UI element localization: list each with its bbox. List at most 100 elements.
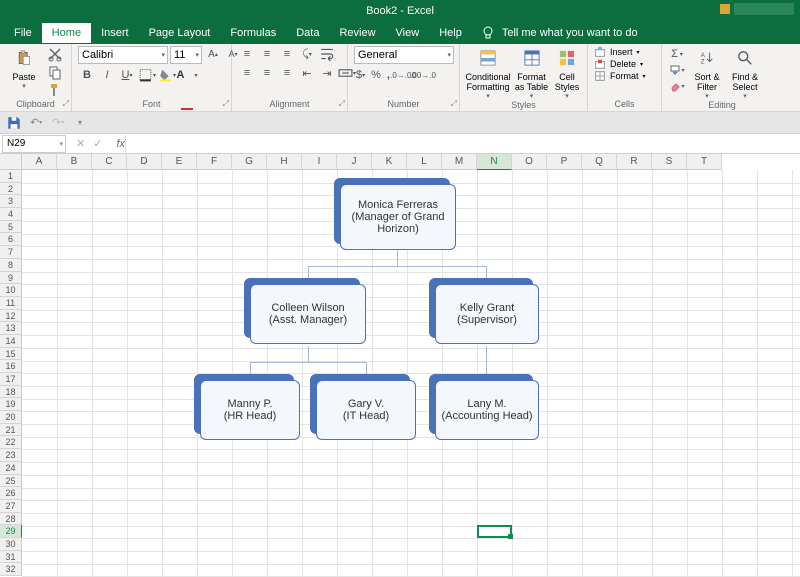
column-header[interactable]: N	[477, 154, 512, 170]
row-header[interactable]: 16	[0, 360, 22, 373]
row-header[interactable]: 13	[0, 322, 22, 335]
conditional-formatting-button[interactable]: Conditional Formatting▾	[466, 46, 510, 100]
row-header[interactable]: 19	[0, 398, 22, 411]
select-all-corner[interactable]	[0, 154, 22, 170]
row-header[interactable]: 18	[0, 386, 22, 399]
row-header[interactable]: 31	[0, 551, 22, 564]
row-header[interactable]: 20	[0, 411, 22, 424]
account-name[interactable]	[734, 3, 794, 15]
bold-button[interactable]: B	[78, 67, 96, 83]
orientation-button[interactable]: ⤹▾	[298, 46, 316, 62]
column-header[interactable]: F	[197, 154, 232, 170]
row-header[interactable]: 30	[0, 538, 22, 551]
fx-icon[interactable]: fx	[116, 138, 125, 150]
align-left-button[interactable]: ≡	[238, 65, 256, 81]
row-header[interactable]: 27	[0, 500, 22, 513]
border-button[interactable]: ▾	[138, 67, 156, 83]
column-header[interactable]: A	[22, 154, 57, 170]
row-header[interactable]: 17	[0, 373, 22, 386]
tab-file[interactable]: File	[4, 23, 42, 43]
row-header[interactable]: 26	[0, 487, 22, 500]
tab-home[interactable]: Home	[42, 23, 91, 43]
clipboard-launcher[interactable]: ⤢	[63, 99, 69, 109]
decrease-decimal-button[interactable]: .00→.0	[414, 67, 432, 83]
increase-font-button[interactable]: A▴	[204, 46, 222, 62]
decrease-indent-button[interactable]: ⇤	[298, 65, 316, 81]
row-header[interactable]: 11	[0, 297, 22, 310]
find-select-button[interactable]: Find & Select▾	[728, 46, 762, 100]
column-header[interactable]: H	[267, 154, 302, 170]
row-header[interactable]: 5	[0, 221, 22, 234]
font-name-combo[interactable]: Calibri▾	[78, 46, 168, 64]
fill-handle[interactable]	[508, 534, 513, 539]
row-header[interactable]: 14	[0, 335, 22, 348]
font-size-combo[interactable]: 11▾	[170, 46, 202, 64]
save-button[interactable]	[6, 115, 22, 131]
align-top-button[interactable]: ≡	[238, 46, 256, 62]
italic-button[interactable]: I	[98, 67, 116, 83]
row-header[interactable]: 21	[0, 424, 22, 437]
format-as-table-button[interactable]: Format as Table▾	[514, 46, 549, 100]
tab-formulas[interactable]: Formulas	[220, 23, 286, 43]
number-launcher[interactable]: ⤢	[451, 99, 457, 109]
fill-button[interactable]: ▾	[668, 62, 686, 78]
worksheet[interactable]: ABCDEFGHIJKLMNOPQRST 1234567891011121314…	[0, 154, 800, 577]
row-header[interactable]: 32	[0, 563, 22, 576]
column-header[interactable]: O	[512, 154, 547, 170]
tab-help[interactable]: Help	[429, 23, 472, 43]
row-header[interactable]: 4	[0, 208, 22, 221]
align-middle-button[interactable]: ≡	[258, 46, 276, 62]
tellme-search[interactable]: Tell me what you want to do	[480, 25, 638, 41]
column-header[interactable]: I	[302, 154, 337, 170]
row-header[interactable]: 8	[0, 259, 22, 272]
column-header[interactable]: T	[687, 154, 722, 170]
clear-button[interactable]: ▾	[668, 78, 686, 94]
delete-cells-button[interactable]: Delete▾	[594, 58, 646, 70]
font-color-button[interactable]: A▾	[178, 67, 196, 83]
tab-page-layout[interactable]: Page Layout	[139, 23, 221, 43]
qat-customize[interactable]: ▾	[72, 115, 88, 131]
wrap-text-button[interactable]	[318, 46, 336, 62]
fill-color-button[interactable]: ▾	[158, 67, 176, 83]
row-header[interactable]: 28	[0, 513, 22, 526]
row-header[interactable]: 10	[0, 284, 22, 297]
redo-button[interactable]: ↷▾	[50, 115, 66, 131]
row-header[interactable]: 25	[0, 475, 22, 488]
row-header[interactable]: 22	[0, 436, 22, 449]
cancel-formula-button[interactable]: ✕	[76, 137, 85, 150]
align-bottom-button[interactable]: ≡	[278, 46, 296, 62]
column-header[interactable]: J	[337, 154, 372, 170]
column-header[interactable]: L	[407, 154, 442, 170]
align-right-button[interactable]: ≡	[278, 65, 296, 81]
tab-review[interactable]: Review	[329, 23, 385, 43]
column-header[interactable]: G	[232, 154, 267, 170]
column-header[interactable]: K	[372, 154, 407, 170]
format-cells-button[interactable]: Format▾	[594, 70, 646, 82]
format-painter-button[interactable]	[46, 82, 64, 98]
row-header[interactable]: 9	[0, 272, 22, 285]
column-header[interactable]: P	[547, 154, 582, 170]
column-header[interactable]: D	[127, 154, 162, 170]
row-header[interactable]: 23	[0, 449, 22, 462]
copy-button[interactable]	[46, 64, 64, 80]
row-header[interactable]: 3	[0, 195, 22, 208]
increase-indent-button[interactable]: ⇥	[318, 65, 336, 81]
undo-button[interactable]: ↶▾	[28, 115, 44, 131]
number-format-combo[interactable]: General▾	[354, 46, 454, 64]
tab-view[interactable]: View	[386, 23, 430, 43]
row-header[interactable]: 2	[0, 183, 22, 196]
cell-styles-button[interactable]: Cell Styles▾	[553, 46, 581, 100]
align-center-button[interactable]: ≡	[258, 65, 276, 81]
column-header[interactable]: E	[162, 154, 197, 170]
cut-button[interactable]	[46, 46, 64, 62]
row-header[interactable]: 24	[0, 462, 22, 475]
percent-button[interactable]: %	[369, 67, 383, 83]
column-header[interactable]: M	[442, 154, 477, 170]
accounting-format-button[interactable]: $▾	[354, 67, 367, 83]
font-launcher[interactable]: ⤢	[223, 99, 229, 109]
row-header[interactable]: 6	[0, 233, 22, 246]
alignment-launcher[interactable]: ⤢	[339, 99, 345, 109]
tab-insert[interactable]: Insert	[91, 23, 139, 43]
column-header[interactable]: R	[617, 154, 652, 170]
name-box[interactable]: N29▾	[2, 135, 66, 153]
